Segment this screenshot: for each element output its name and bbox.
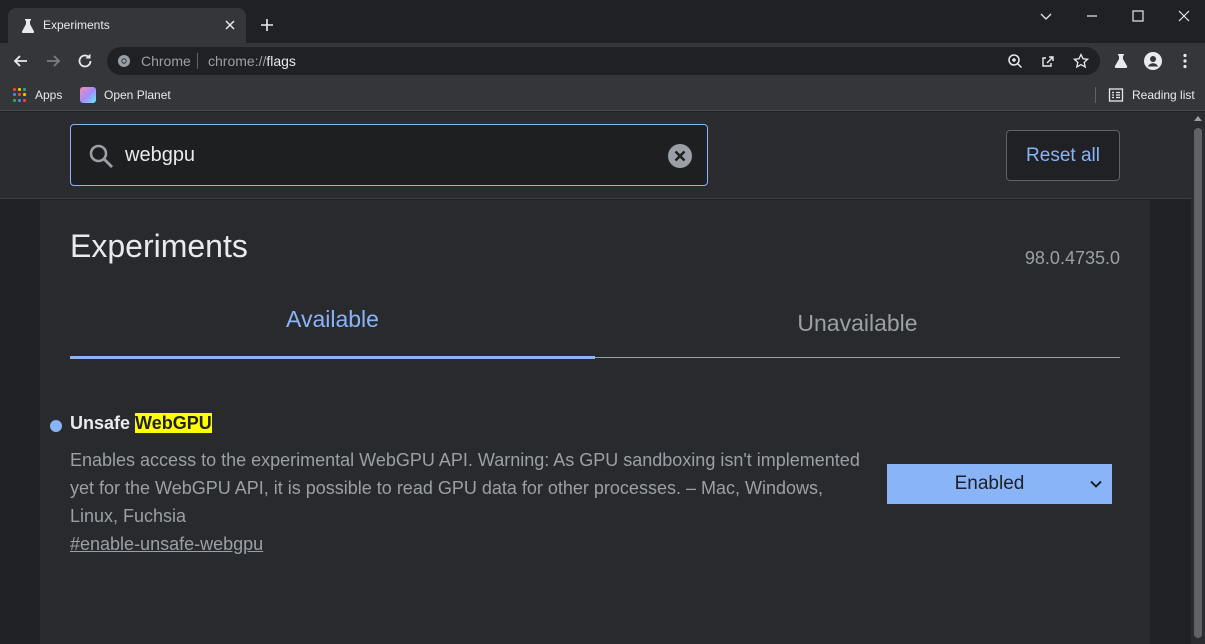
more-menu-icon[interactable] xyxy=(1175,51,1195,71)
search-header: Reset all xyxy=(0,112,1191,199)
reading-list-icon xyxy=(1108,88,1124,102)
clear-search-icon[interactable] xyxy=(667,143,693,169)
reset-all-button[interactable]: Reset all xyxy=(1006,130,1120,181)
new-tab-icon[interactable] xyxy=(258,16,276,34)
bookmark-label: Open Planet xyxy=(104,88,171,102)
profile-avatar-icon[interactable] xyxy=(1143,51,1163,71)
version-label: 98.0.4735.0 xyxy=(1024,248,1120,268)
bookmarks-bar: Apps Open Planet Reading list xyxy=(0,79,1205,111)
bookmarks-divider xyxy=(1095,87,1096,103)
url-scheme: chrome:// xyxy=(208,53,267,69)
close-tab-icon[interactable] xyxy=(222,17,238,33)
reading-list-button[interactable]: Reading list xyxy=(1108,86,1195,104)
reload-icon[interactable] xyxy=(75,51,95,71)
page-title: Experiments xyxy=(70,228,248,264)
flag-description: Enables access to the experimental WebGP… xyxy=(70,450,860,526)
omnibox-divider xyxy=(197,53,198,69)
tab-available[interactable]: Available xyxy=(70,306,595,333)
bookmark-open-planet[interactable]: Open Planet xyxy=(80,86,171,104)
labs-flask-icon[interactable] xyxy=(1111,51,1131,71)
chevron-down-icon xyxy=(1090,480,1102,488)
flag-title-prefix: Unsafe xyxy=(70,413,136,433)
scroll-thumb[interactable] xyxy=(1194,128,1202,638)
url-text[interactable]: chrome://flags xyxy=(208,53,296,69)
apps-grid-icon xyxy=(13,88,27,102)
search-input[interactable] xyxy=(125,141,645,169)
maximize-icon[interactable] xyxy=(1129,7,1147,25)
experiments-panel: Experiments 98.0.4735.0 Available Unavai… xyxy=(40,200,1150,644)
flask-icon xyxy=(21,19,35,33)
flag-state-select[interactable]: Enabled xyxy=(887,464,1112,504)
bookmark-label: Apps xyxy=(35,88,63,102)
site-chip-label: Chrome xyxy=(141,53,191,69)
tab-search-chevron-icon[interactable] xyxy=(1037,7,1055,25)
zoom-icon[interactable] xyxy=(1006,52,1024,70)
share-icon[interactable] xyxy=(1039,52,1057,70)
toolbar: Chrome chrome://flags xyxy=(0,43,1205,79)
flag-permalink[interactable]: #enable-unsafe-webgpu xyxy=(70,534,263,555)
browser-tab[interactable]: Experiments xyxy=(8,8,246,43)
bookmark-apps[interactable]: Apps xyxy=(13,86,62,104)
search-icon xyxy=(89,144,113,168)
modified-indicator-dot xyxy=(50,420,62,432)
back-arrow-icon[interactable] xyxy=(11,51,31,71)
address-bar[interactable]: Chrome chrome://flags xyxy=(107,47,1100,75)
flags-page: Reset all Experiments 98.0.4735.0 Availa… xyxy=(0,112,1191,644)
search-box[interactable] xyxy=(70,124,708,186)
minimize-icon[interactable] xyxy=(1083,7,1101,25)
close-window-icon[interactable] xyxy=(1175,7,1193,25)
url-host: flags xyxy=(266,53,296,69)
forward-arrow-icon[interactable] xyxy=(43,51,63,71)
open-planet-icon xyxy=(80,87,96,103)
flag-state-value: Enabled xyxy=(954,473,1025,494)
chrome-logo-icon xyxy=(118,55,130,67)
flag-title: Unsafe WebGPU xyxy=(70,413,212,434)
flags-tabs: Available Unavailable xyxy=(70,300,1120,359)
scroll-up-arrow-icon[interactable] xyxy=(1194,116,1202,121)
tab-unavailable[interactable]: Unavailable xyxy=(595,310,1120,337)
bookmark-star-icon[interactable] xyxy=(1072,52,1090,70)
tab-title: Experiments xyxy=(43,18,110,32)
page-scrollbar[interactable] xyxy=(1191,112,1205,644)
reading-list-label: Reading list xyxy=(1132,88,1195,102)
flag-title-highlight: WebGPU xyxy=(135,413,212,433)
active-tab-indicator xyxy=(70,356,595,359)
tab-strip: Experiments xyxy=(0,0,1205,43)
